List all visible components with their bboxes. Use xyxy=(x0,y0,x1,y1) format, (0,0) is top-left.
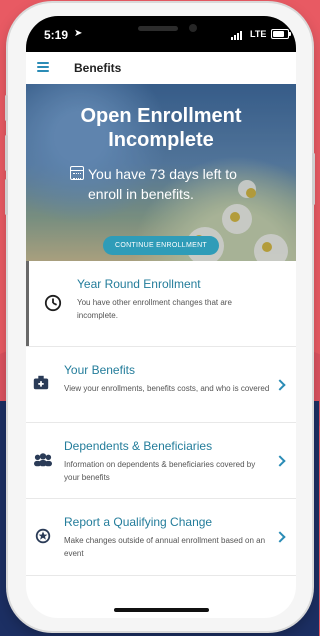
list-item-year-round-enrollment[interactable]: Year Round Enrollment You have other enr… xyxy=(26,261,296,347)
list-item-title: Dependents & Beneficiaries xyxy=(64,439,213,453)
phone-side-button xyxy=(5,135,8,171)
list-item-dependents-beneficiaries[interactable]: Dependents & Beneficiaries Information o… xyxy=(26,423,296,499)
list-item-title: Year Round Enrollment xyxy=(77,277,201,291)
list-item-description: Make changes outside of annual enrollmen… xyxy=(64,536,266,558)
people-group-icon xyxy=(34,453,52,467)
list-item-description: View your enrollments, benefits costs, a… xyxy=(64,384,270,393)
star-badge-icon xyxy=(35,528,51,544)
battery-level xyxy=(273,31,284,37)
hero-title: Open Enrollment Incomplete xyxy=(80,105,242,151)
decorative-flower-icon xyxy=(222,204,252,234)
open-enrollment-banner: Open Enrollment Incomplete You have 73 d… xyxy=(26,84,296,261)
list-item-description: You have other enrollment changes that a… xyxy=(77,298,232,320)
phone-side-button xyxy=(5,95,8,121)
location-arrow-icon: ➤ xyxy=(74,28,83,39)
notch xyxy=(88,16,234,44)
camera-icon xyxy=(189,24,197,32)
continue-enrollment-button[interactable]: CONTINUE ENROLLMENT xyxy=(103,236,219,255)
phone-side-button xyxy=(312,153,315,205)
battery-icon xyxy=(271,29,289,39)
list-item-report-qualifying-change[interactable]: Report a Qualifying Change Make changes … xyxy=(26,499,296,576)
page-title: Benefits xyxy=(74,61,122,75)
decorative-flower-icon xyxy=(254,234,288,261)
list-item-your-benefits[interactable]: Your Benefits View your enrollments, ben… xyxy=(26,347,296,423)
list-item-title: Your Benefits xyxy=(64,363,135,377)
chevron-right-icon xyxy=(274,455,286,467)
active-indicator xyxy=(26,261,29,346)
hero-message: You have 73 days left to enroll in benef… xyxy=(88,166,237,202)
phone-screen: 5:19 ➤ LTE Benefits Open Enrollment Inco… xyxy=(26,16,296,618)
network-label: LTE xyxy=(250,29,267,39)
status-bar: 5:19 ➤ LTE xyxy=(26,16,296,52)
clock-icon xyxy=(44,294,62,312)
speaker-icon xyxy=(138,26,178,31)
calendar-icon xyxy=(70,166,84,180)
hamburger-menu-icon[interactable] xyxy=(37,62,49,72)
status-time: 5:19 xyxy=(44,28,69,42)
chevron-right-icon xyxy=(274,531,286,543)
medical-kit-icon xyxy=(33,375,49,390)
battery-cap xyxy=(289,32,291,36)
app-bar: Benefits xyxy=(26,52,296,85)
phone-side-button xyxy=(5,179,8,215)
home-indicator[interactable] xyxy=(114,608,209,612)
list-item-title: Report a Qualifying Change xyxy=(64,515,213,529)
chevron-right-icon xyxy=(274,379,286,391)
list-item-description: Information on dependents & beneficiarie… xyxy=(64,460,256,482)
